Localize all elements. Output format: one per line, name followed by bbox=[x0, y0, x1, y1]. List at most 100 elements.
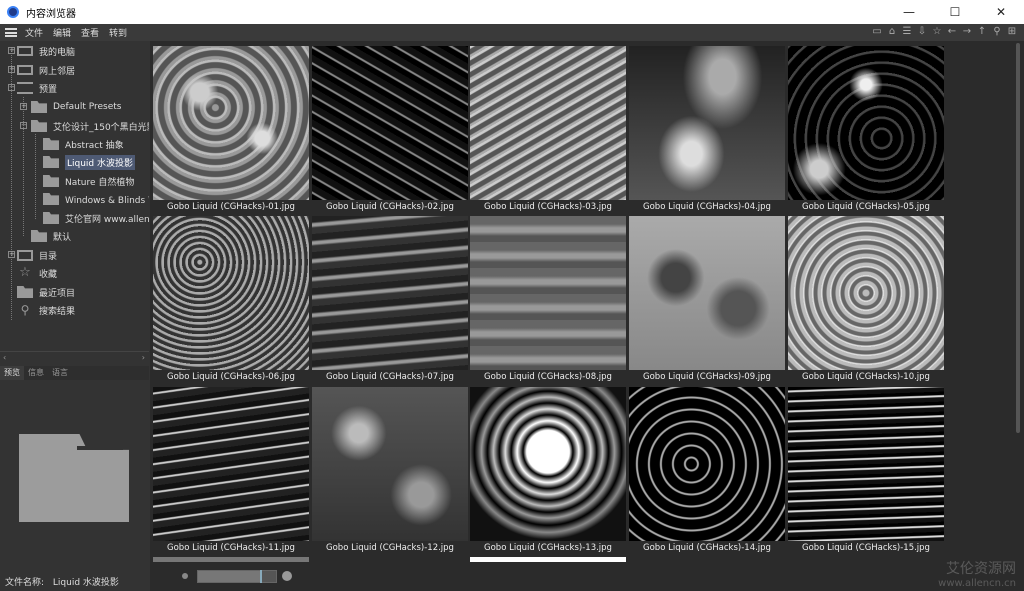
thumbnail-item[interactable]: Gobo Liquid (CGHacks)-12.jpg bbox=[312, 387, 468, 553]
zoom-slider[interactable] bbox=[197, 570, 277, 583]
thumbnail-item[interactable]: Gobo Liquid (CGHacks)-13.jpg bbox=[470, 387, 626, 553]
thumbnail-caption: Gobo Liquid (CGHacks)-06.jpg bbox=[167, 372, 295, 382]
thumbnail-image[interactable] bbox=[788, 46, 944, 200]
expand-toggle[interactable]: + bbox=[8, 251, 15, 258]
folder-icon bbox=[43, 212, 59, 224]
app-logo-icon bbox=[7, 6, 19, 18]
tree-horizontal-scrollbar[interactable]: ‹ › bbox=[0, 351, 149, 362]
tab-language[interactable]: 语言 bbox=[48, 366, 72, 380]
tab-preview[interactable]: 预览 bbox=[0, 366, 24, 380]
thumbnail-item[interactable]: Gobo Liquid (CGHacks)-15.jpg bbox=[788, 387, 944, 553]
add-icon[interactable]: ⊞ bbox=[1006, 26, 1018, 38]
thumbnail-item[interactable]: Gobo Liquid (CGHacks)-10.jpg bbox=[788, 216, 944, 382]
expand-toggle[interactable]: + bbox=[8, 66, 15, 73]
grid-vertical-scrollbar[interactable] bbox=[1012, 41, 1024, 562]
collapse-toggle[interactable]: − bbox=[20, 122, 27, 129]
file-name-status: 文件名称: Liquid 水波投影 bbox=[5, 575, 119, 588]
thumbnail-image[interactable] bbox=[470, 216, 626, 370]
thumbnail-image[interactable] bbox=[470, 387, 626, 541]
layout-icon[interactable]: ▭ bbox=[871, 26, 883, 38]
tree-item-abstract[interactable]: Abstract 抽象 bbox=[43, 135, 124, 153]
scroll-right-icon[interactable]: › bbox=[142, 353, 145, 362]
collapse-toggle[interactable]: − bbox=[8, 84, 15, 91]
tree-item-catalog[interactable]: 目录 bbox=[17, 246, 57, 264]
expand-toggle[interactable]: + bbox=[8, 47, 15, 54]
zoom-slider-fill bbox=[198, 571, 260, 582]
menu-view[interactable]: 查看 bbox=[81, 26, 99, 39]
thumbnail-item[interactable]: Gobo Liquid (CGHacks)-09.jpg bbox=[629, 216, 785, 382]
export-icon[interactable]: ⇩ bbox=[916, 26, 928, 38]
tree-item-my-computer[interactable]: 我的电脑 bbox=[17, 42, 75, 60]
menu-file[interactable]: 文件 bbox=[25, 26, 43, 39]
menu-edit[interactable]: 编辑 bbox=[53, 26, 71, 39]
zoom-small-icon[interactable] bbox=[182, 573, 188, 579]
star-icon[interactable]: ☆ bbox=[931, 26, 943, 38]
thumbnail-item[interactable]: Gobo Liquid (CGHacks)-05.jpg bbox=[788, 46, 944, 212]
thumbnail-image[interactable] bbox=[788, 216, 944, 370]
thumbnail-image[interactable] bbox=[312, 216, 468, 370]
thumbnail-image[interactable] bbox=[629, 46, 785, 200]
thumbnail-item[interactable]: Gobo Liquid (CGHacks)-01.jpg bbox=[153, 46, 309, 212]
tree-item-liquid[interactable]: Liquid 水波投影 bbox=[43, 153, 136, 171]
file-name-label: 文件名称: bbox=[5, 578, 45, 588]
thumbnail-caption: Gobo Liquid (CGHacks)-14.jpg bbox=[643, 543, 771, 553]
thumbnail-image[interactable] bbox=[153, 216, 309, 370]
presets-icon bbox=[17, 82, 33, 94]
window-title: 内容浏览器 bbox=[26, 8, 76, 20]
thumbnail-item[interactable]: Gobo Liquid (CGHacks)-08.jpg bbox=[470, 216, 626, 382]
file-name-value: Liquid 水波投影 bbox=[52, 578, 119, 588]
scrollbar-thumb[interactable] bbox=[1016, 43, 1020, 433]
watermark: 艾伦资源网 www.allencn.cn bbox=[938, 558, 1016, 589]
minimize-button[interactable]: — bbox=[886, 0, 932, 24]
thumbnail-caption: Gobo Liquid (CGHacks)-05.jpg bbox=[802, 202, 930, 212]
back-icon[interactable]: ← bbox=[946, 26, 958, 38]
computer-icon bbox=[17, 46, 33, 56]
thumbnail-image[interactable] bbox=[153, 387, 309, 541]
tree-item-nature[interactable]: Nature 自然植物 bbox=[43, 172, 134, 190]
thumbnail-image[interactable] bbox=[153, 46, 309, 200]
thumbnail-item[interactable]: Gobo Liquid (CGHacks)-14.jpg bbox=[629, 387, 785, 553]
hamburger-menu-icon[interactable] bbox=[5, 28, 17, 37]
thumbnail-item[interactable]: Gobo Liquid (CGHacks)-11.jpg bbox=[153, 387, 309, 553]
close-button[interactable]: ✕ bbox=[978, 0, 1024, 24]
scroll-left-icon[interactable]: ‹ bbox=[3, 353, 6, 362]
menu-goto[interactable]: 转到 bbox=[109, 26, 127, 39]
maximize-button[interactable]: ☐ bbox=[932, 0, 978, 24]
thumbnail-image[interactable] bbox=[629, 387, 785, 541]
zoom-bar: 艾伦资源网 www.allencn.cn bbox=[150, 561, 1024, 591]
up-icon[interactable]: ↑ bbox=[976, 26, 988, 38]
thumbnail-caption: Gobo Liquid (CGHacks)-01.jpg bbox=[167, 202, 295, 212]
tree-item-default-presets[interactable]: Default Presets bbox=[31, 98, 122, 116]
expand-toggle[interactable]: + bbox=[20, 103, 27, 110]
search-icon[interactable]: ⚲ bbox=[991, 26, 1003, 38]
watermark-line2: www.allencn.cn bbox=[938, 578, 1016, 589]
tree-item-presets[interactable]: 预置 bbox=[17, 79, 57, 97]
list-icon[interactable]: ☰ bbox=[901, 26, 913, 38]
tree-item-windows-blinds[interactable]: Windows & Blinds 窗 bbox=[43, 190, 149, 208]
thumbnail-image[interactable] bbox=[470, 46, 626, 200]
thumbnail-image[interactable] bbox=[629, 216, 785, 370]
zoom-large-icon[interactable] bbox=[282, 571, 292, 581]
thumbnail-image[interactable] bbox=[788, 387, 944, 541]
thumbnail-image[interactable] bbox=[312, 46, 468, 200]
thumbnail-item[interactable]: Gobo Liquid (CGHacks)-07.jpg bbox=[312, 216, 468, 382]
tree-item-allen-design[interactable]: 艾伦设计_150个黑白光影 bbox=[31, 117, 149, 135]
tab-info[interactable]: 信息 bbox=[24, 366, 48, 380]
thumbnail-item[interactable]: Gobo Liquid (CGHacks)-04.jpg bbox=[629, 46, 785, 212]
thumbnail-item[interactable]: Gobo Liquid (CGHacks)-03.jpg bbox=[470, 46, 626, 212]
tree-item-default[interactable]: 默认 bbox=[31, 227, 71, 245]
thumbnail-image[interactable] bbox=[312, 387, 468, 541]
zoom-slider-handle[interactable] bbox=[260, 570, 262, 583]
folder-icon bbox=[31, 101, 47, 113]
tree-item-favorites[interactable]: ☆ 收藏 bbox=[17, 264, 57, 282]
star-icon: ☆ bbox=[19, 265, 31, 280]
tree-item-search-results[interactable]: ⚲ 搜索结果 bbox=[17, 301, 75, 319]
forward-icon[interactable]: → bbox=[961, 26, 973, 38]
home-icon[interactable]: ⌂ bbox=[886, 26, 898, 38]
thumbnail-item[interactable]: Gobo Liquid (CGHacks)-06.jpg bbox=[153, 216, 309, 382]
tree-item-allen-website[interactable]: 艾伦官网 www.allenc bbox=[43, 209, 149, 227]
tree-item-network[interactable]: 网上邻居 bbox=[17, 61, 75, 79]
tree-item-recent[interactable]: 最近项目 bbox=[17, 283, 75, 301]
thumbnail-item[interactable]: Gobo Liquid (CGHacks)-02.jpg bbox=[312, 46, 468, 212]
network-icon bbox=[17, 65, 33, 75]
